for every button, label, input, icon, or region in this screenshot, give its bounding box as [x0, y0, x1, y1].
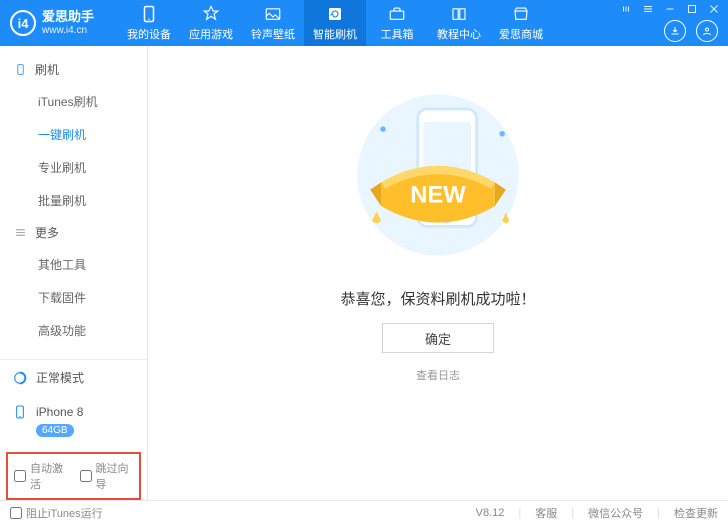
- nav-flash[interactable]: 智能刷机: [304, 0, 366, 46]
- title-circle-buttons: [664, 20, 718, 42]
- nav-tutorial[interactable]: 教程中心: [428, 0, 490, 46]
- mode-icon: [12, 370, 28, 386]
- nav-apps[interactable]: 应用游戏: [180, 0, 242, 46]
- ok-button[interactable]: 确定: [382, 323, 494, 353]
- menu-lines-icon[interactable]: [640, 2, 656, 16]
- status-check-update[interactable]: 检查更新: [674, 505, 718, 521]
- book-icon: [450, 5, 468, 23]
- device-icon: [12, 404, 28, 420]
- brand-logo-icon: i4: [10, 10, 36, 36]
- view-log-link[interactable]: 查看日志: [416, 367, 460, 383]
- window-controls: [618, 2, 722, 16]
- store-icon: [512, 5, 530, 23]
- tree-other-tools[interactable]: 其他工具: [0, 248, 147, 281]
- tree-pro-flash[interactable]: 专业刷机: [0, 151, 147, 184]
- success-message: 恭喜您，保资料刷机成功啦！: [340, 288, 535, 309]
- brand: i4 爱思助手 www.i4.cn: [0, 0, 118, 46]
- image-icon: [264, 5, 282, 23]
- opt-skip-guide[interactable]: 跳过向导: [80, 460, 134, 492]
- tree-one-key-flash[interactable]: 一键刷机: [0, 118, 147, 151]
- user-button[interactable]: [696, 20, 718, 42]
- nav-my-device[interactable]: 我的设备: [118, 0, 180, 46]
- workspace: 刷机 iTunes刷机 一键刷机 专业刷机 批量刷机 更多 其他工具 下载固件 …: [0, 46, 728, 500]
- sidebar-tree: 刷机 iTunes刷机 一键刷机 专业刷机 批量刷机 更多 其他工具 下载固件 …: [0, 46, 147, 359]
- device-label: iPhone 8: [36, 405, 83, 419]
- nav-ringtone[interactable]: 铃声壁纸: [242, 0, 304, 46]
- download-button[interactable]: [664, 20, 686, 42]
- success-illustration: NEW: [328, 80, 548, 270]
- mode-label: 正常模式: [36, 369, 84, 386]
- opt-auto-activate[interactable]: 自动激活: [14, 460, 68, 492]
- device-row[interactable]: iPhone 8 64GB: [0, 395, 147, 446]
- app-icon: [202, 5, 220, 23]
- opt-skip-guide-checkbox[interactable]: [80, 470, 92, 482]
- phone-icon: [140, 5, 158, 23]
- nav-store[interactable]: 爱思商城: [490, 0, 552, 46]
- main-panel: NEW 恭喜您，保资料刷机成功啦！ 确定 查看日志: [148, 46, 728, 500]
- sidebar-group-flash[interactable]: 刷机: [0, 54, 147, 85]
- tree-advanced[interactable]: 高级功能: [0, 314, 147, 347]
- opt-auto-activate-checkbox[interactable]: [14, 470, 26, 482]
- sidebar-bottom: 正常模式 iPhone 8 64GB 自动激活 跳过向导: [0, 359, 147, 500]
- block-itunes[interactable]: 阻止iTunes运行: [10, 505, 103, 521]
- block-itunes-checkbox[interactable]: [10, 507, 22, 519]
- menu-icon: [14, 226, 27, 239]
- nav-toolbox[interactable]: 工具箱: [366, 0, 428, 46]
- titlebar: i4 爱思助手 www.i4.cn 我的设备 应用游戏 铃声壁纸 智能刷机 工具…: [0, 0, 728, 46]
- brand-name: 爱思助手: [42, 10, 94, 24]
- refresh-icon: [326, 5, 344, 23]
- storage-badge: 64GB: [36, 424, 74, 437]
- statusbar: 阻止iTunes运行 V8.12 | 客服 | 微信公众号 | 检查更新: [0, 500, 728, 524]
- version-label: V8.12: [476, 507, 505, 519]
- phone-outline-icon: [14, 63, 27, 76]
- status-customer-service[interactable]: 客服: [535, 505, 557, 521]
- mode-row[interactable]: 正常模式: [0, 360, 147, 395]
- tree-download-fw[interactable]: 下载固件: [0, 281, 147, 314]
- sidebar-group-more[interactable]: 更多: [0, 217, 147, 248]
- sidebar: 刷机 iTunes刷机 一键刷机 专业刷机 批量刷机 更多 其他工具 下载固件 …: [0, 46, 148, 500]
- tree-itunes-flash[interactable]: iTunes刷机: [0, 85, 147, 118]
- options-box: 自动激活 跳过向导: [6, 452, 141, 500]
- menu-icon[interactable]: [618, 2, 634, 16]
- minimize-button[interactable]: [662, 2, 678, 16]
- tree-batch-flash[interactable]: 批量刷机: [0, 184, 147, 217]
- maximize-button[interactable]: [684, 2, 700, 16]
- svg-text:NEW: NEW: [410, 182, 466, 209]
- brand-domain: www.i4.cn: [42, 25, 94, 36]
- status-wechat[interactable]: 微信公众号: [588, 505, 643, 521]
- toolbox-icon: [388, 5, 406, 23]
- close-button[interactable]: [706, 2, 722, 16]
